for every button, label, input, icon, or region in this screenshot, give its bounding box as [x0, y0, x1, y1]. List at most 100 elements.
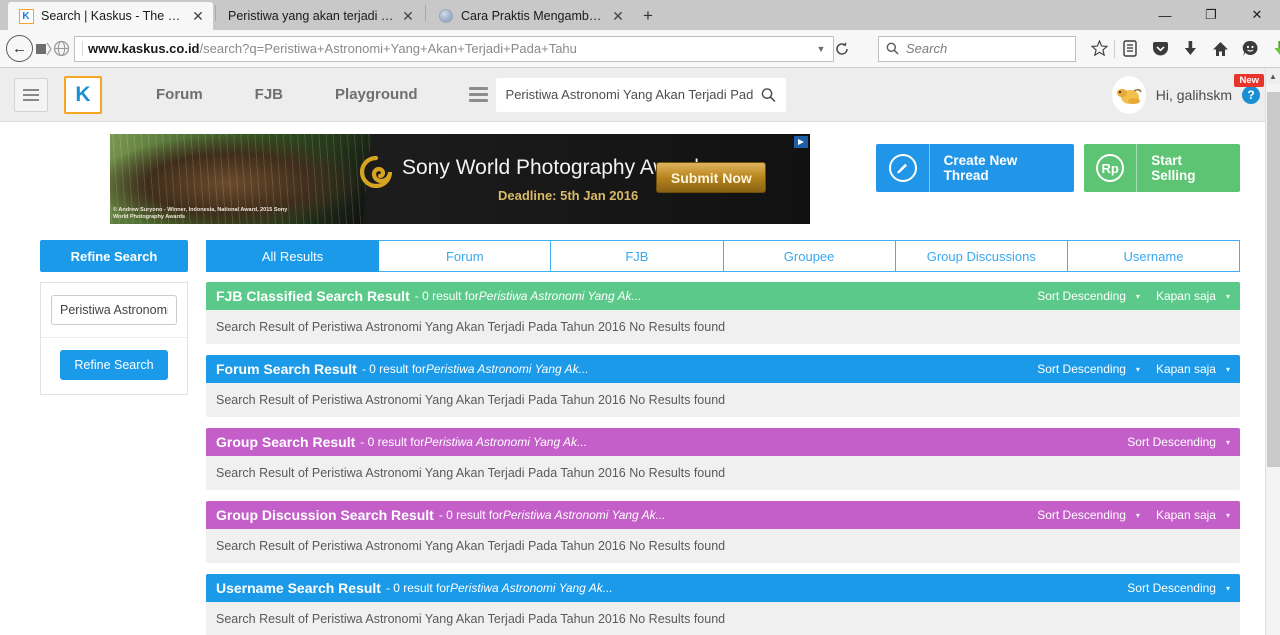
top-strip: © Andrew Suryono - Winner, Indonesia, Na… [40, 122, 1240, 224]
action-buttons: Create New Thread Rp Start Selling [876, 134, 1240, 192]
search-icon[interactable] [761, 87, 776, 103]
result-body: Search Result of Peristiwa Astronomi Yan… [206, 456, 1240, 490]
refine-search-input[interactable] [51, 295, 177, 325]
tab-fjb[interactable]: FJB [551, 240, 724, 272]
result-body: Search Result of Peristiwa Astronomi Yan… [206, 310, 1240, 344]
ad-credit: © Andrew Suryono - Winner, Indonesia, Na… [113, 207, 288, 220]
maximize-icon[interactable]: ❐ [1188, 0, 1234, 30]
sort-descending-dropdown[interactable]: Sort Descending ▾ [1127, 435, 1230, 449]
scroll-up-icon[interactable]: ▲ [1266, 68, 1280, 84]
browser-tab-3[interactable]: Cara Praktis Mengambil S... ✕ [428, 2, 633, 30]
minimize-icon[interactable]: — [1142, 0, 1188, 30]
chevron-down-icon[interactable]: ▼ [813, 44, 829, 54]
user-greeting[interactable]: Hi, galihskm [1156, 87, 1232, 103]
refine-search-tab[interactable]: Refine Search [40, 240, 188, 272]
ad-banner[interactable]: © Andrew Suryono - Winner, Indonesia, Na… [110, 134, 811, 224]
chevron-down-icon: ▾ [1225, 437, 1230, 447]
browser-search-placeholder: Search [906, 41, 948, 56]
page-scrollbar[interactable]: ▲ [1265, 68, 1280, 635]
body-row: Refine Search FJB Classified Search Resu… [40, 282, 1240, 635]
time-filter-dropdown[interactable]: Kapan saja ▾ [1156, 362, 1230, 376]
browser-tab-title: Search | Kaskus - The Larg... [41, 9, 184, 23]
sort-descending-dropdown[interactable]: Sort Descending ▾ [1037, 289, 1140, 303]
reload-icon [836, 41, 848, 55]
site-menu-button[interactable] [14, 77, 48, 112]
nav-item-fjb[interactable]: FJB [229, 86, 309, 103]
site-header: K Forum FJB Playground Peristiwa Astrono… [0, 68, 1280, 122]
reading-list-icon[interactable] [1115, 34, 1145, 64]
help-icon[interactable]: ? [1242, 85, 1260, 104]
address-bar[interactable]: www.kaskus.co.id/search?q=Peristiwa+Astr… [74, 35, 834, 62]
adchoices-icon[interactable] [794, 136, 809, 148]
pocket-icon[interactable] [1145, 34, 1175, 64]
smiley-chat-icon[interactable] [1235, 34, 1265, 64]
browser-tab-1[interactable]: K Search | Kaskus - The Larg... ✕ [8, 2, 213, 30]
window-controls: — ❐ ✕ [1142, 0, 1280, 30]
close-icon[interactable]: ✕ [611, 9, 625, 23]
time-filter-dropdown[interactable]: Kapan saja ▾ [1156, 289, 1230, 303]
browser-tab-2[interactable]: Peristiwa yang akan terjadi di ... ✕ [218, 2, 423, 30]
close-icon[interactable]: ✕ [191, 9, 205, 23]
new-badge: New [1234, 73, 1264, 87]
time-label: Kapan saja [1155, 362, 1216, 376]
result-count: - 0 result for [414, 289, 479, 303]
create-new-thread-button[interactable]: Create New Thread [876, 144, 1075, 192]
home-icon[interactable] [1205, 34, 1235, 64]
tab-all-results[interactable]: All Results [206, 240, 380, 272]
ad-main: Sony World Photography Awards Deadline: … [360, 134, 810, 224]
start-selling-label: Start Selling [1151, 153, 1196, 183]
result-title: Group Discussion Search Result [216, 507, 434, 523]
kaskus-k-icon: K [18, 8, 34, 24]
sort-label: Sort Descending [1037, 289, 1126, 303]
site-search-box[interactable]: Peristiwa Astronomi Yang Akan Terjadi Pa… [495, 77, 786, 112]
page-content: © Andrew Suryono - Winner, Indonesia, Na… [0, 122, 1280, 635]
start-selling-button[interactable]: Rp Start Selling [1084, 144, 1240, 192]
chevron-down-icon: ▾ [1225, 510, 1230, 520]
nav-item-playground[interactable]: Playground [309, 86, 444, 103]
sort-label: Sort Descending [1127, 435, 1216, 449]
result-header: Forum Search Result - 0 result for Peris… [206, 355, 1240, 383]
result-block-group-discussion: Group Discussion Search Result - 0 resul… [206, 501, 1240, 563]
tab-forum[interactable]: Forum [379, 240, 552, 272]
reload-button[interactable] [834, 34, 850, 64]
browser-tab-title: Cara Praktis Mengambil S... [461, 9, 604, 23]
sort-descending-dropdown[interactable]: Sort Descending ▾ [1127, 581, 1230, 595]
tab-group-discussions[interactable]: Group Discussions [895, 240, 1068, 272]
page-viewport: K Forum FJB Playground Peristiwa Astrono… [0, 68, 1280, 635]
kaskus-logo[interactable]: K [64, 75, 102, 114]
kaskus-logo-letter: K [75, 83, 91, 106]
forward-button[interactable] [33, 34, 53, 64]
browser-navbar: ← www.kaskus.co.id/search?q=Peristiwa+As… [0, 30, 1280, 68]
nav-item-forum[interactable]: Forum [130, 86, 229, 103]
close-window-icon[interactable]: ✕ [1234, 0, 1280, 30]
time-filter-dropdown[interactable]: Kapan saja ▾ [1156, 508, 1230, 522]
browser-toolbar-icons: ▼ ▼ [1084, 34, 1280, 64]
back-button[interactable]: ← [6, 34, 33, 64]
tab-username[interactable]: Username [1067, 240, 1241, 272]
search-category-button[interactable] [462, 87, 496, 102]
result-count: - 0 result for [361, 362, 426, 376]
refine-search-button[interactable]: Refine Search [60, 350, 168, 380]
tab-groupee[interactable]: Groupee [723, 240, 896, 272]
ad-cta-button[interactable]: Submit Now [656, 162, 767, 193]
sort-descending-dropdown[interactable]: Sort Descending ▾ [1037, 362, 1140, 376]
site-identity-button[interactable] [53, 34, 70, 64]
result-count: - 0 result for [438, 508, 503, 522]
search-icon [886, 42, 899, 55]
results-tabs-row: Refine Search All Results Forum FJB Grou… [40, 240, 1241, 272]
close-icon[interactable]: ✕ [401, 9, 415, 23]
tab-divider [425, 4, 426, 21]
browser-search-bar[interactable]: Search [878, 35, 1076, 62]
result-query: Peristiwa Astronomi Yang Ak... [425, 362, 589, 376]
result-header: Group Discussion Search Result - 0 resul… [206, 501, 1240, 529]
new-tab-button[interactable]: + [633, 2, 663, 30]
result-count: - 0 result for [385, 581, 450, 595]
download-manager-green-icon[interactable] [1265, 34, 1280, 64]
site-search-input[interactable]: Peristiwa Astronomi Yang Akan Terjadi Pa… [506, 87, 753, 102]
bookmark-star-icon[interactable] [1084, 34, 1114, 64]
downloads-icon[interactable] [1175, 34, 1205, 64]
scrollbar-thumb[interactable] [1267, 92, 1280, 467]
avatar[interactable] [1111, 75, 1146, 114]
result-header: Username Search Result - 0 result for Pe… [206, 574, 1240, 602]
sort-descending-dropdown[interactable]: Sort Descending ▾ [1037, 508, 1140, 522]
